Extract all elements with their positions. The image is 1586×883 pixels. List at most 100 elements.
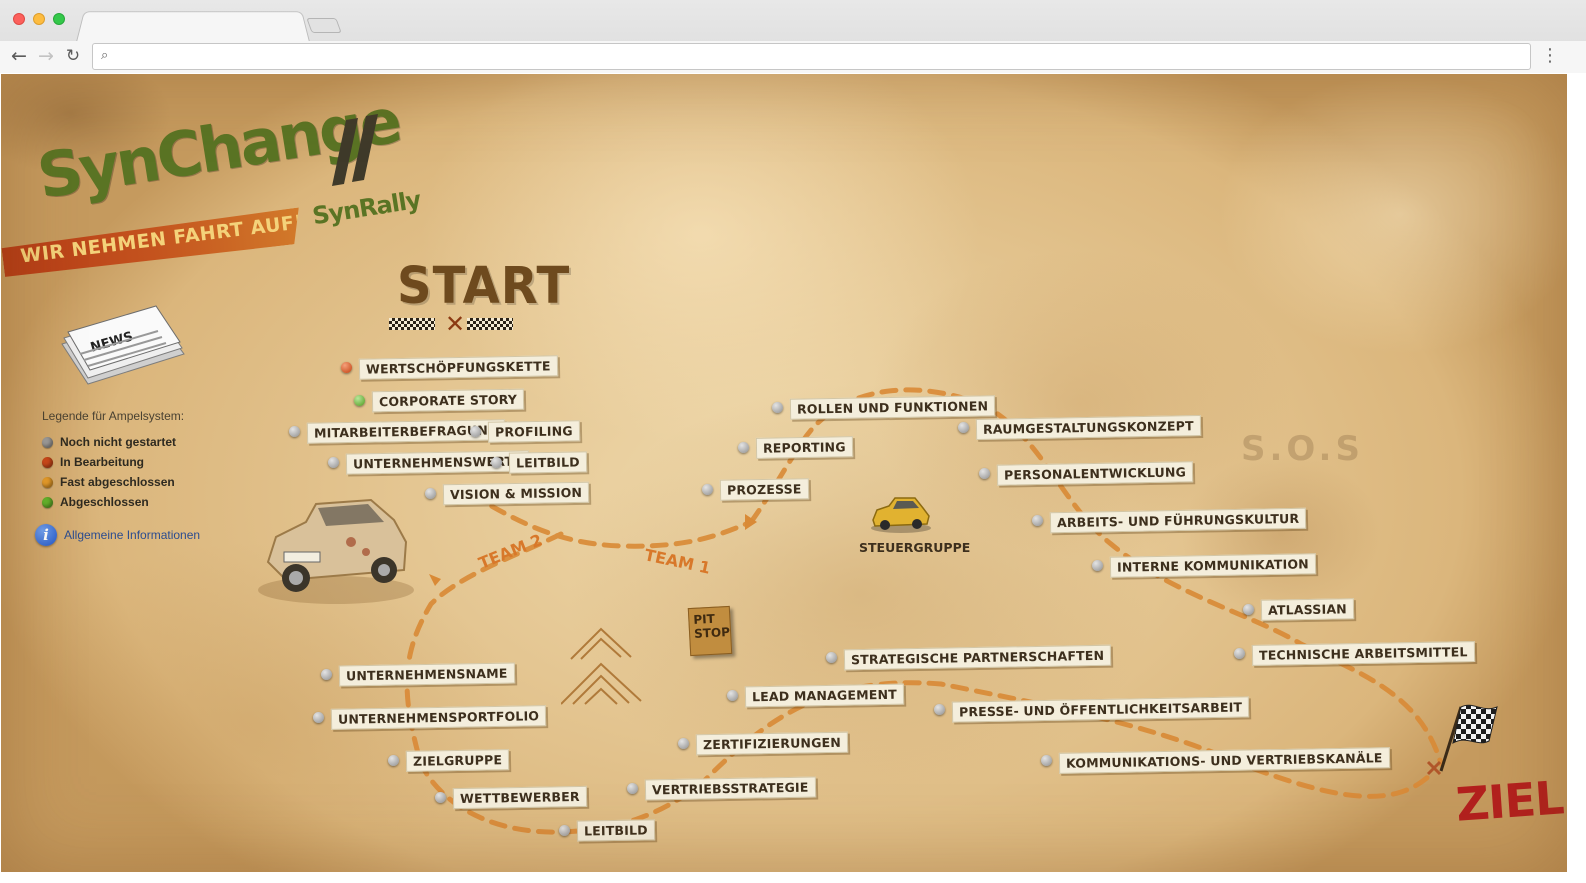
station-label: INTERNE KOMMUNIKATION [1109, 553, 1317, 578]
legend: Legende für Ampelsystem: Noch nicht gest… [42, 409, 184, 512]
steuergruppe-car-icon[interactable] [869, 494, 933, 534]
status-dot-grey-icon [388, 755, 399, 766]
station-label: PROZESSE [719, 478, 809, 501]
status-dot-grey-icon [727, 690, 738, 701]
back-arrow-icon[interactable]: ← [8, 45, 30, 67]
maximize-window-button[interactable] [53, 13, 65, 25]
status-dot-grey-icon [934, 704, 945, 715]
station-label: LEITBILD [508, 451, 587, 474]
station-rollen-und-funktionen[interactable]: ROLLEN UND FUNKTIONEN [772, 395, 996, 420]
logo-subtitle: SynRally [310, 185, 423, 231]
station-arbeits-und-fuehrungskultur[interactable]: ARBEITS- UND FÜHRUNGSKULTUR [1032, 507, 1307, 534]
pit-stop-sign[interactable]: PIT STOP [687, 605, 733, 657]
legend-label: In Bearbeitung [60, 455, 145, 469]
station-prozesse[interactable]: PROZESSE [702, 478, 809, 501]
station-label: VISION & MISSION [442, 481, 590, 506]
newspaper-icon[interactable]: NEWS [58, 304, 188, 389]
legend-title: Legende für Ampelsystem: [42, 409, 185, 423]
station-presse-und-oeffentlichkeitsarbeit[interactable]: PRESSE- UND ÖFFENTLICHKEITSARBEIT [934, 696, 1250, 723]
legend-item: Noch nicht gestartet [42, 432, 184, 452]
team-1-label: TEAM 1 [642, 545, 713, 578]
status-dot-grey-icon [559, 825, 570, 836]
station-wettbewerber[interactable]: WETTBEWERBER [435, 785, 587, 810]
station-leitbild-top[interactable]: LEITBILD [491, 451, 587, 474]
status-dot-grey-icon [328, 457, 339, 468]
status-dot-green-icon [354, 395, 365, 406]
station-technische-arbeitsmittel[interactable]: TECHNISCHE ARBEITSMITTEL [1234, 641, 1475, 666]
station-label: TECHNISCHE ARBEITSMITTEL [1251, 641, 1475, 666]
station-reporting[interactable]: REPORTING [738, 436, 853, 459]
legend-label: Fast abgeschlossen [60, 475, 175, 489]
station-atlassian[interactable]: ATLASSIAN [1243, 598, 1355, 621]
dirt-stain [1181, 454, 1381, 614]
station-label: WETTBEWERBER [452, 785, 587, 810]
station-wertschoepfungskette[interactable]: WERTSCHÖPFUNGSKETTE [341, 355, 558, 380]
forward-arrow-icon[interactable]: → [35, 45, 57, 67]
station-label: ARBEITS- UND FÜHRUNGSKULTUR [1049, 507, 1307, 534]
pit-stop-label: PIT STOP [693, 611, 731, 641]
station-unternehmensname[interactable]: UNTERNEHMENSNAME [321, 662, 515, 687]
legend-item: Fast abgeschlossen [42, 472, 184, 492]
status-dot-grey-icon [1032, 515, 1043, 526]
close-window-button[interactable] [13, 13, 25, 25]
checkered-strip-left [389, 318, 435, 330]
general-info-link[interactable]: i Allgemeine Informationen [35, 524, 200, 546]
station-personalentwicklung[interactable]: PERSONALENTWICKLUNG [979, 461, 1194, 486]
station-vertriebsstrategie[interactable]: VERTRIEBSSTRATEGIE [627, 776, 816, 801]
station-zielgruppe[interactable]: ZIELGRUPPE [388, 749, 510, 772]
station-label: LEAD MANAGEMENT [744, 683, 905, 708]
station-profiling[interactable]: PROFILING [470, 420, 580, 443]
station-vision-mission[interactable]: VISION & MISSION [425, 481, 590, 506]
browser-menu-icon[interactable]: ⋮ [1541, 45, 1559, 66]
station-lead-management[interactable]: LEAD MANAGEMENT [727, 683, 905, 708]
station-interne-kommunikation[interactable]: INTERNE KOMMUNIKATION [1092, 553, 1317, 578]
status-dot-grey-icon [826, 652, 837, 663]
status-dot-grey-icon [979, 468, 990, 479]
browser-toolbar: ← → ↻ ⌕ ⋮ [0, 41, 1586, 73]
station-kommunikations-und-vertriebskanaele[interactable]: KOMMUNIKATIONS- UND VERTRIEBSKANÄLE [1041, 747, 1390, 774]
status-dot-grey-icon [627, 783, 638, 794]
station-unternehmensportfolio[interactable]: UNTERNEHMENSPORTFOLIO [313, 705, 547, 730]
browser-tab[interactable] [76, 11, 310, 42]
reload-icon[interactable]: ↻ [62, 45, 84, 67]
status-dot-grey-icon [313, 712, 324, 723]
station-leitbild-bottom[interactable]: LEITBILD [559, 819, 655, 842]
checkered-strip-right [467, 318, 513, 330]
finish-label: ZIEL [1454, 770, 1565, 832]
status-dot-grey-icon [678, 738, 689, 749]
legend-item: In Bearbeitung [42, 452, 184, 472]
address-bar[interactable]: ⌕ [92, 43, 1531, 70]
station-label: STRATEGISCHE PARTNERSCHAFTEN [843, 644, 1112, 671]
rally-map-page: SynChange SynRally WIR NEHMEN FAHRT AUF!… [1, 74, 1567, 872]
status-dot-grey-icon [1092, 560, 1103, 571]
legend-item: Abgeschlossen [42, 492, 184, 512]
logo-slashes [332, 114, 378, 186]
start-label: START [397, 256, 571, 316]
station-zertifizierungen[interactable]: ZERTIFIZIERUNGEN [678, 731, 849, 756]
status-dot-red-icon [341, 362, 352, 373]
station-label: KOMMUNIKATIONS- UND VERTRIEBSKANÄLE [1058, 747, 1390, 774]
browser-chrome: ← → ↻ ⌕ ⋮ [0, 0, 1586, 73]
mountains-sketch [561, 627, 642, 705]
station-label: VERTRIEBSSTRATEGIE [644, 776, 816, 801]
start-marker: START ✕ [389, 256, 571, 338]
station-strategische-partnerschaften[interactable]: STRATEGISCHE PARTNERSCHAFTEN [826, 644, 1112, 671]
new-tab-button[interactable] [306, 18, 342, 33]
station-label: REPORTING [755, 436, 853, 459]
station-label: ATLASSIAN [1260, 598, 1355, 621]
status-dot-grey-icon [772, 402, 783, 413]
steuergruppe-label[interactable]: STEUERGRUPPE [859, 540, 970, 555]
minimize-window-button[interactable] [33, 13, 45, 25]
station-label: UNTERNEHMENSNAME [338, 662, 515, 687]
info-link-label: Allgemeine Informationen [64, 528, 201, 542]
start-cross-icon: ✕ [445, 310, 466, 338]
station-raumgestaltungskonzept[interactable]: RAUMGESTALTUNGSKONZEPT [958, 415, 1201, 440]
station-label: LEITBILD [576, 819, 655, 842]
station-label: PRESSE- UND ÖFFENTLICHKEITSARBEIT [951, 696, 1250, 723]
status-dot-orange-icon [42, 476, 53, 488]
station-label: RAUMGESTALTUNGSKONZEPT [975, 415, 1201, 440]
status-dot-grey-icon [289, 426, 300, 437]
status-dot-green-icon [42, 496, 53, 508]
status-dot-grey-icon [702, 484, 713, 495]
station-corporate-story[interactable]: CORPORATE STORY [354, 388, 525, 413]
